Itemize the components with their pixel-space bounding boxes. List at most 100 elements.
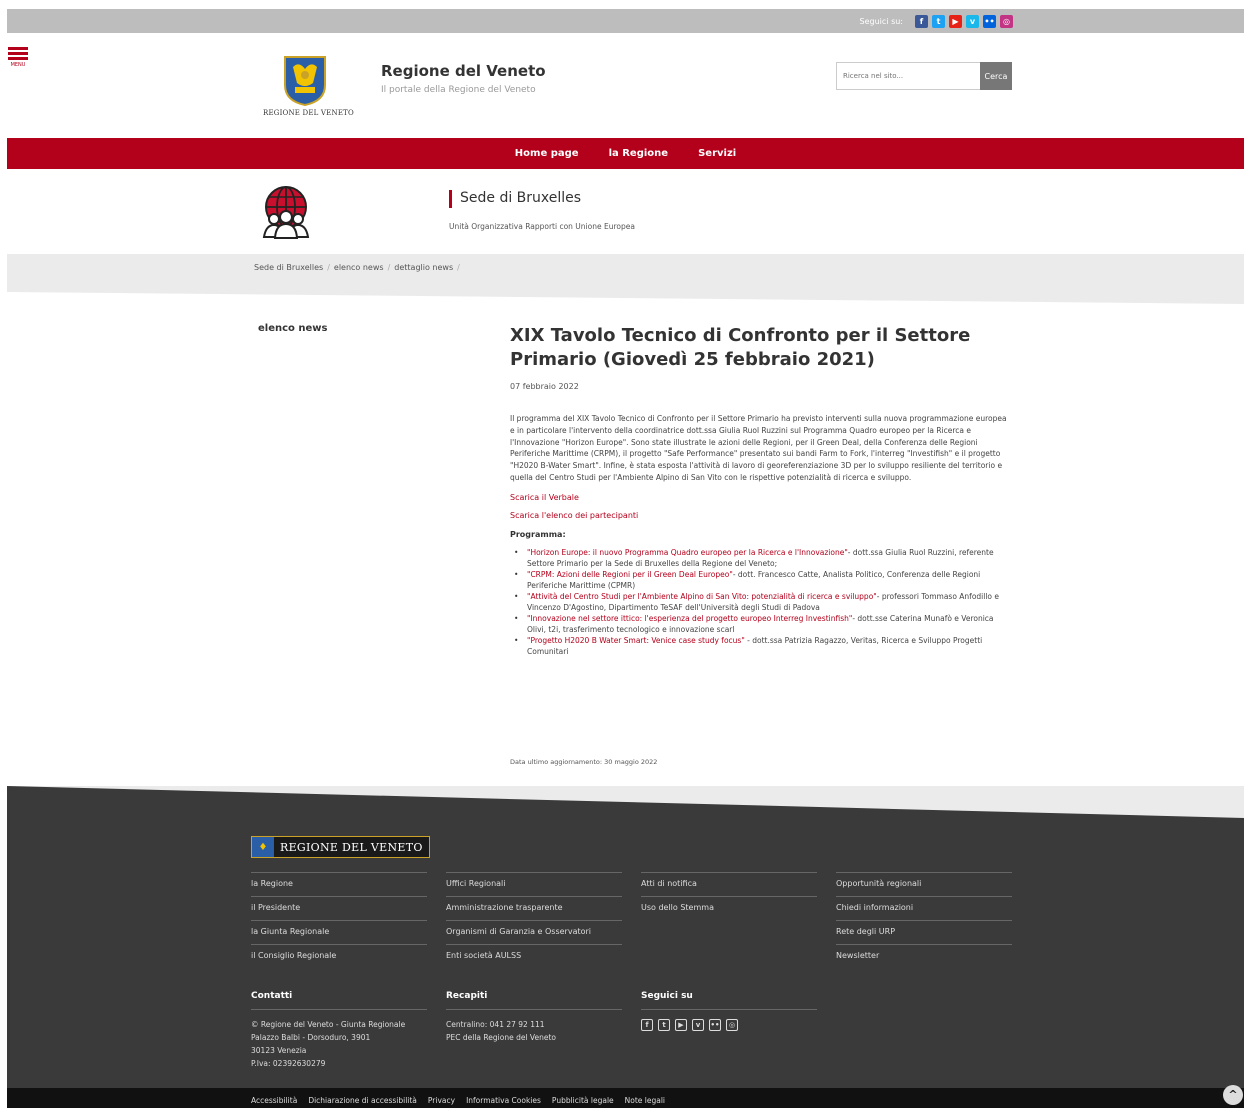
legal-link[interactable]: Privacy xyxy=(428,1096,455,1105)
last-update: Data ultimo aggiornamento: 30 maggio 202… xyxy=(510,758,658,766)
facebook-icon[interactable]: f xyxy=(915,15,928,28)
nav-item-la-regione[interactable]: la Regione xyxy=(609,148,669,159)
breadcrumb-item[interactable]: elenco news xyxy=(334,263,384,272)
menu-label: MENU xyxy=(10,62,26,68)
article: XIX Tavolo Tecnico di Confronto per il S… xyxy=(510,324,1012,657)
vimeo-icon[interactable]: v xyxy=(966,15,979,28)
legal-link[interactable]: Pubblicità legale xyxy=(552,1096,614,1105)
seguici-footer-title: Seguici su xyxy=(641,991,693,1001)
nav-item-servizi[interactable]: Servizi xyxy=(698,148,736,159)
article-title: XIX Tavolo Tecnico di Confronto per il S… xyxy=(510,325,971,370)
breadcrumb-separator: / xyxy=(387,263,391,272)
hamburger-icon xyxy=(7,47,29,60)
crest-caption: REGIONE DEL VENETO xyxy=(263,109,354,117)
footer-column: Opportunità regionali Chiedi informazioni… xyxy=(836,872,1012,968)
programma-item-link[interactable]: "Horizon Europe: il nuovo Programma Quad… xyxy=(527,548,848,557)
legal-link[interactable]: Accessibilità xyxy=(251,1096,297,1105)
footer-link[interactable]: il Consiglio Regionale xyxy=(251,944,427,968)
flickr-icon[interactable]: •• xyxy=(709,1019,721,1031)
programma-item-link[interactable]: "Attività del Centro Studi per l'Ambient… xyxy=(527,592,877,601)
footer-link[interactable]: il Presidente xyxy=(251,896,427,920)
article-date: 07 febbraio 2022 xyxy=(510,382,579,391)
contatti-divider xyxy=(251,1009,427,1010)
legal-link[interactable]: Dichiarazione di accessibilità xyxy=(308,1096,417,1105)
breadcrumb-item[interactable]: Sede di Bruxelles xyxy=(254,263,323,272)
footer-link[interactable]: Uffici Regionali xyxy=(446,872,622,896)
footer-crest-icon: ♦ xyxy=(252,837,274,857)
footer-link[interactable]: Opportunità regionali xyxy=(836,872,1012,896)
footer-link[interactable]: Atti di notifica xyxy=(641,872,817,896)
instagram-icon[interactable]: ◎ xyxy=(726,1019,738,1031)
footer-link[interactable]: Organismi di Garanzia e Osservatori xyxy=(446,920,622,944)
back-to-top-button[interactable]: ^ xyxy=(1223,1085,1243,1105)
recapiti-title: Recapiti xyxy=(446,991,488,1001)
recapiti-text: Centralino: 041 27 92 111 PEC della Regio… xyxy=(446,1018,556,1044)
recapiti-divider xyxy=(446,1009,622,1010)
programma-item-link[interactable]: "CRPM: Azioni delle Regioni per il Green… xyxy=(527,570,733,579)
vimeo-icon[interactable]: v xyxy=(692,1019,704,1031)
legal-link[interactable]: Informativa Cookies xyxy=(466,1096,541,1105)
seguici-label: Seguici su: xyxy=(859,17,903,26)
footer-link[interactable]: la Regione xyxy=(251,872,427,896)
legal-link[interactable]: Note legali xyxy=(625,1096,665,1105)
programma-item: "Progetto H2020 B Water Smart: Venice ca… xyxy=(510,635,1012,657)
sede-subtitle: Unità Organizzativa Rapporti con Unione … xyxy=(449,222,635,231)
programma-item: "Innovazione nel settore ittico: l'esper… xyxy=(510,613,1012,635)
footer-link[interactable]: Newsletter xyxy=(836,944,1012,968)
breadcrumb: Sede di Bruxelles / elenco news / dettaglio … xyxy=(254,263,460,272)
sidebar-title[interactable]: elenco news xyxy=(258,323,327,334)
breadcrumb-item[interactable]: dettaglio news xyxy=(394,263,453,272)
contatti-line: © Regione del Veneto - Giunta Regionale xyxy=(251,1020,406,1029)
programma-title: Programma: xyxy=(510,529,566,539)
footer-social-icons: f t ▶ v •• ◎ xyxy=(641,1019,738,1031)
sede-accent-bar xyxy=(449,190,452,208)
footer-link[interactable]: Enti società AULSS xyxy=(446,944,622,968)
menu-button[interactable]: MENU xyxy=(7,45,29,68)
recapiti-line[interactable]: PEC della Regione del Veneto xyxy=(446,1031,556,1044)
site-subtitle: Il portale della Regione del Veneto xyxy=(381,85,536,95)
contatti-line: 30123 Venezia xyxy=(251,1046,307,1055)
site-title[interactable]: Regione del Veneto xyxy=(381,62,546,80)
instagram-icon[interactable]: ◎ xyxy=(1000,15,1013,28)
chevron-up-icon: ^ xyxy=(1228,1088,1238,1101)
footer-link[interactable]: la Giunta Regionale xyxy=(251,920,427,944)
programma-item-link[interactable]: "Innovazione nel settore ittico: l'esper… xyxy=(527,614,852,623)
download-participants-link[interactable]: Scarica l'elenco dei partecipanti xyxy=(510,511,1012,520)
breadcrumb-separator: / xyxy=(457,263,460,272)
search-button[interactable]: Cerca xyxy=(980,62,1012,90)
sede-title[interactable]: Sede di Bruxelles xyxy=(460,190,581,206)
search-input[interactable] xyxy=(836,62,980,90)
contatti-title: Contatti xyxy=(251,991,293,1001)
footer-link[interactable]: Uso dello Stemma xyxy=(641,896,817,920)
seguici-group: Seguici su: f t ▶ v •• ◎ xyxy=(860,15,1013,28)
search-form: Cerca xyxy=(836,62,1012,90)
programma-item: "Attività del Centro Studi per l'Ambient… xyxy=(510,591,1012,613)
nav-item-home-page[interactable]: Home page xyxy=(515,148,579,159)
programma-item: "CRPM: Azioni delle Regioni per il Green… xyxy=(510,569,1012,591)
main-nav: Home page la Regione Servizi xyxy=(7,138,1244,169)
download-verbale-link[interactable]: Scarica il Verbale xyxy=(510,493,1012,502)
footer-column: Uffici Regionali Amministrazione traspare… xyxy=(446,872,622,968)
twitter-icon[interactable]: t xyxy=(658,1019,670,1031)
footer-link[interactable]: Amministrazione trasparente xyxy=(446,896,622,920)
footer-link[interactable]: Chiedi informazioni xyxy=(836,896,1012,920)
programma-item-link[interactable]: "Progetto H2020 B Water Smart: Venice ca… xyxy=(527,636,745,645)
regione-crest-logo[interactable] xyxy=(277,53,333,107)
footer-column: la Regione il Presidente la Giunta Regiona… xyxy=(251,872,427,968)
contatti-line: Palazzo Balbi - Dorsoduro, 3901 xyxy=(251,1033,371,1042)
flickr-icon[interactable]: •• xyxy=(983,15,996,28)
breadcrumb-separator: / xyxy=(327,263,330,272)
recapiti-line[interactable]: Centralino: 041 27 92 111 xyxy=(446,1018,556,1031)
youtube-icon[interactable]: ▶ xyxy=(949,15,962,28)
footer-logo[interactable]: ♦ REGIONE DEL VENETO xyxy=(251,836,430,858)
globe-people-icon xyxy=(258,183,314,239)
twitter-icon[interactable]: t xyxy=(932,15,945,28)
youtube-icon[interactable]: ▶ xyxy=(675,1019,687,1031)
footer-column: Atti di notifica Uso dello Stemma xyxy=(641,872,817,920)
footer-link[interactable]: Rete degli URP xyxy=(836,920,1012,944)
programma-list: "Horizon Europe: il nuovo Programma Quad… xyxy=(510,547,1012,657)
facebook-icon[interactable]: f xyxy=(641,1019,653,1031)
page-top-margin xyxy=(0,0,1244,9)
bottom-bar: Accessibilità Dichiarazione di accessibil… xyxy=(7,1088,1244,1108)
footer-logo-text: REGIONE DEL VENETO xyxy=(280,840,423,854)
